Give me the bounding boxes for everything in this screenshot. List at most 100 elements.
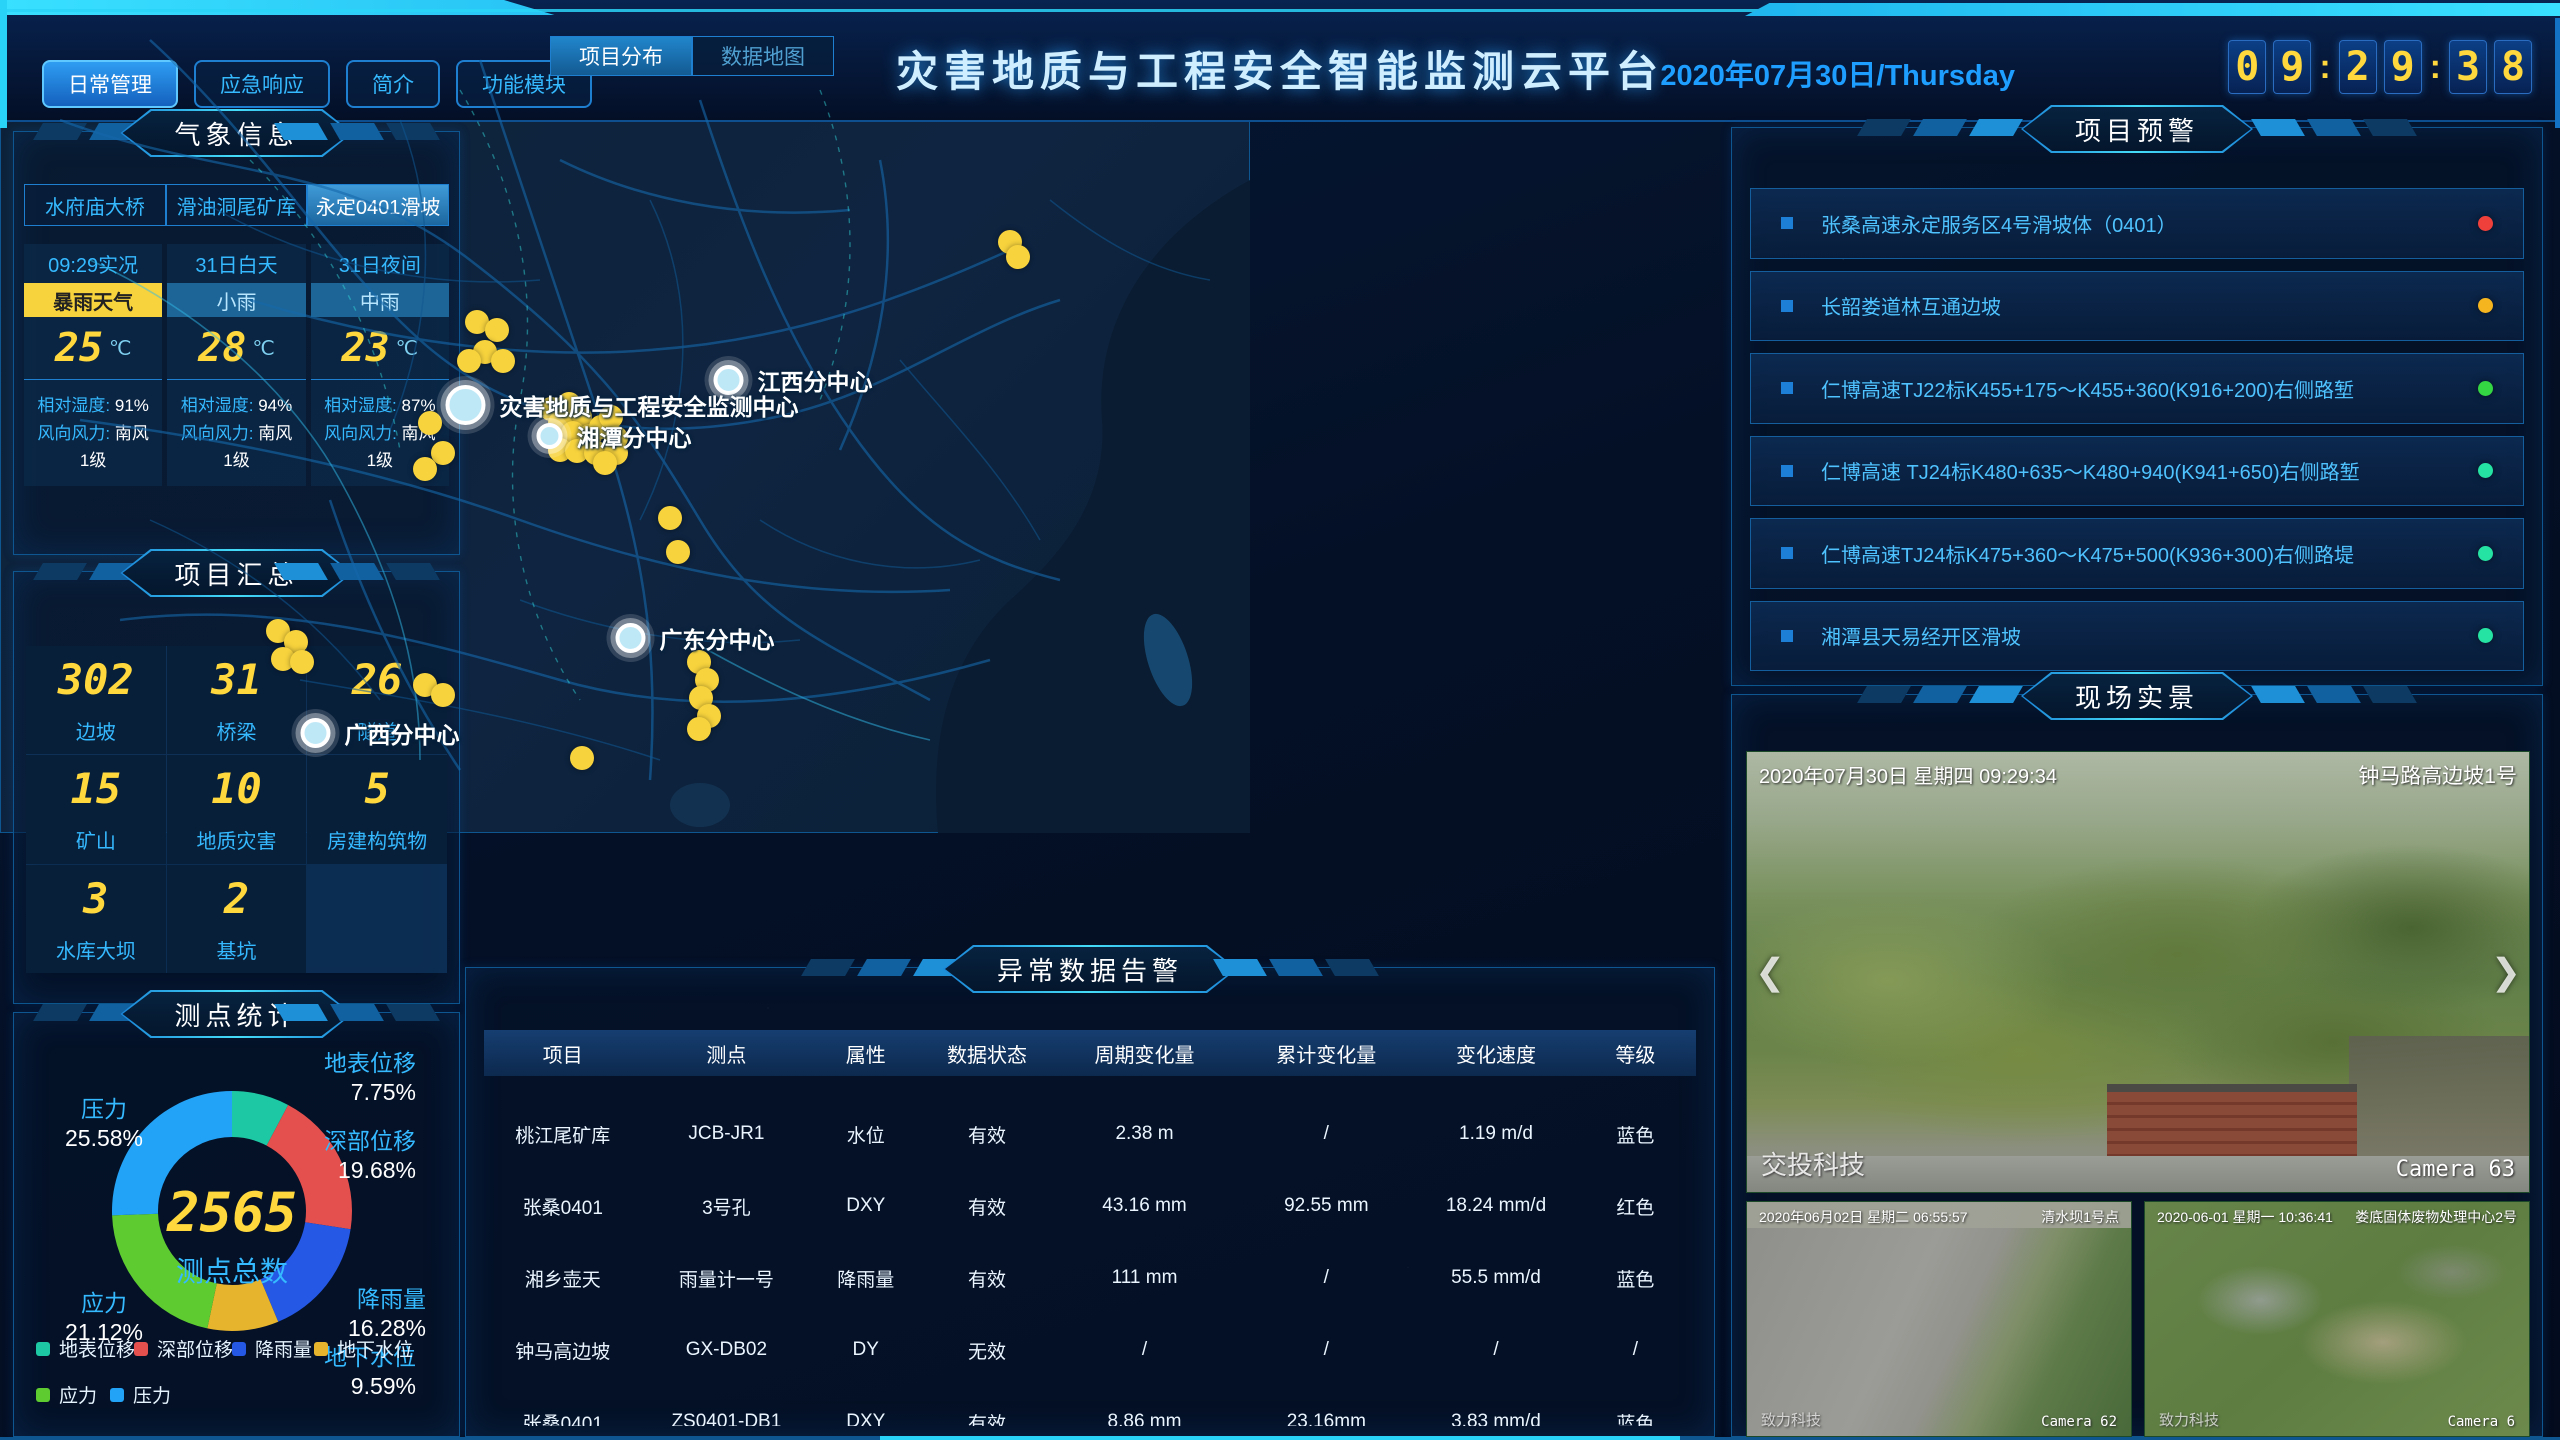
project-point[interactable]: [431, 683, 455, 707]
alert-item[interactable]: 仁博高速 TJ24标K480+635～K480+940(K941+650)右侧路…: [1750, 436, 2524, 507]
legend-item-降雨量[interactable]: 降雨量: [232, 1335, 312, 1362]
summary-stat-基坑: 2基坑: [167, 865, 307, 973]
alarm-cell: 蓝色: [1575, 1242, 1696, 1314]
center-marker-广东分中心[interactable]: 广东分中心: [616, 621, 775, 655]
alert-bullet-icon: [1781, 465, 1793, 477]
alerts-panel-title: 项目预警: [2023, 107, 2251, 151]
alarm-table-row[interactable]: 钟马高边坡GX-DB02DY无效////: [484, 1314, 1696, 1386]
legend-item-压力[interactable]: 压力: [110, 1381, 171, 1408]
project-point[interactable]: [1006, 245, 1030, 269]
alarm-cell: 18.24 mm/d: [1417, 1170, 1575, 1242]
alarm-cell: /: [1054, 1314, 1236, 1386]
project-point[interactable]: [570, 746, 594, 770]
camera-brand-watermark: 致力科技: [1761, 1409, 1821, 1430]
project-point[interactable]: [687, 717, 711, 741]
main-camera-view[interactable]: 2020年07月30日 星期四 09:29:34 钟马路高边坡1号 交投科技 C…: [1746, 751, 2530, 1193]
camera-timestamp: 2020年07月30日 星期四 09:29:34: [1759, 760, 2057, 789]
panel-deco: [1862, 119, 2018, 136]
center-marker-广西分中心[interactable]: 广西分中心: [301, 716, 460, 750]
alert-item[interactable]: 张桑高速永定服务区4号滑坡体（0401）: [1750, 188, 2524, 259]
marker-label: 灾害地质与工程安全监测中心: [500, 388, 799, 422]
alert-text: 仁博高速TJ22标K455+175～K455+360(K916+200)右侧路堑: [1821, 374, 2478, 403]
clock: 0 9 : 2 9 : 3 8: [2228, 40, 2532, 94]
alarm-cell: 张桑0401: [484, 1170, 642, 1242]
alert-text: 仁博高速TJ24标K475+360～K475+500(K936+300)右侧路堤: [1821, 539, 2478, 568]
alarm-cell: 15.97: [1235, 1076, 1417, 1098]
project-point[interactable]: [593, 451, 617, 475]
alarm-table-row[interactable]: 桃江尾矿库JCB-JR1水位有效2.38 m/1.19 m/d蓝色: [484, 1098, 1696, 1170]
map[interactable]: 项目分布 数据地图 江西分中心灾害地质与工程安全监测中心湘潭分中心广东分中心广西…: [0, 0, 1250, 833]
project-point[interactable]: [485, 318, 509, 342]
alarm-cell: 8.86 mm: [1054, 1386, 1236, 1426]
camera-id: Camera 6: [2448, 1414, 2515, 1430]
marker-rings-icon: [616, 623, 646, 653]
alarm-cell: /: [1235, 1098, 1417, 1170]
dashboard: 日常管理 应急响应 简介 功能模块 灾害地质与工程安全智能监测云平台 2020年…: [0, 0, 2560, 1440]
alert-status-dot: [2478, 463, 2493, 478]
alarm-cell: 湘乡壶天: [484, 1242, 642, 1314]
alarm-table-row[interactable]: 湘乡壶天雨量计一号降雨量有效111 mm/55.5 mm/d蓝色: [484, 1242, 1696, 1314]
alarm-cell: 3号孔: [642, 1170, 812, 1242]
camera-timestamp: 2020年06月02日 星期二 06:55:57: [1759, 1207, 1968, 1227]
panel-deco: [1862, 686, 2018, 703]
alarm-cell: 雨量计一号: [642, 1242, 812, 1314]
alert-text: 湘潭县天易经开区滑坡: [1821, 621, 2478, 650]
alarm-cell: 有效: [920, 1098, 1053, 1170]
alarm-table-body[interactable]: 滑油洞尾矿库5号孔DXY有效10.12 mm15.975.46 mm/d橙色桃江…: [484, 1076, 1696, 1426]
clock-digit: 2: [2339, 40, 2377, 94]
camera-location-name: 清水坝1号点: [2041, 1207, 2119, 1227]
project-point[interactable]: [491, 349, 515, 373]
legend-item-深部位移[interactable]: 深部位移: [134, 1335, 233, 1362]
project-point[interactable]: [658, 506, 682, 530]
project-point[interactable]: [457, 349, 481, 373]
legend-item-应力[interactable]: 应力: [36, 1381, 97, 1408]
alarm-cell: 无效: [920, 1314, 1053, 1386]
legend-item-地下水位[interactable]: 地下水位: [314, 1335, 413, 1362]
alarm-cell: 红色: [1575, 1170, 1696, 1242]
marker-rings-icon: [301, 718, 331, 748]
clock-digit: 9: [2273, 40, 2311, 94]
alarm-cell: 蓝色: [1575, 1386, 1696, 1426]
map-tab-data-map[interactable]: 数据地图: [692, 36, 834, 76]
alert-text: 长韶娄道林互通边坡: [1821, 291, 2478, 320]
project-point[interactable]: [413, 457, 437, 481]
center-marker-湘潭分中心[interactable]: 湘潭分中心: [537, 419, 692, 453]
bottom-frame-accent: [880, 1436, 1680, 1440]
alarm-col-变化速度: 变化速度: [1417, 1030, 1575, 1076]
alerts-panel-head: 项目预警: [1732, 105, 2542, 153]
alarm-table-row[interactable]: 滑油洞尾矿库5号孔DXY有效10.12 mm15.975.46 mm/d橙色: [484, 1076, 1696, 1098]
project-point[interactable]: [666, 540, 690, 564]
alert-text: 张桑高速永定服务区4号滑坡体（0401）: [1821, 209, 2478, 238]
stat-value: 2: [224, 874, 249, 923]
alarm-cell: 蓝色: [1575, 1098, 1696, 1170]
alert-item[interactable]: 仁博高速TJ22标K455+175～K455+360(K916+200)右侧路堑: [1750, 353, 2524, 424]
abnormal-data-panel: 异常数据告警 项目测点属性数据状态周期变化量累计变化量变化速度等级 滑油洞尾矿库…: [465, 967, 1715, 1437]
panel-deco: [806, 959, 962, 976]
project-point[interactable]: [290, 650, 314, 674]
camera-thumb-1[interactable]: 2020年06月02日 星期二 06:55:57 清水坝1号点 致力科技 Cam…: [1746, 1201, 2132, 1437]
prev-camera-arrow-icon[interactable]: ❮: [1755, 951, 1785, 993]
project-point[interactable]: [418, 411, 442, 435]
camera-brand-watermark: 致力科技: [2159, 1409, 2219, 1430]
map-tab-project-distribution[interactable]: 项目分布: [550, 36, 692, 76]
alarm-table-row[interactable]: 张桑0401ZS0401-DB1DXY有效8.86 mm23.16mm3.83 …: [484, 1386, 1696, 1426]
alert-item[interactable]: 长韶娄道林互通边坡: [1750, 271, 2524, 342]
live-view-panel: 现场实景 2020年07月30日 星期四 09:29:34 钟马路高边坡1号 交…: [1731, 694, 2543, 1437]
alarm-panel-title: 异常数据告警: [945, 947, 1235, 991]
alert-item[interactable]: 湘潭县天易经开区滑坡: [1750, 601, 2524, 672]
next-camera-arrow-icon[interactable]: ❯: [2491, 951, 2521, 993]
legend-label: 地下水位: [337, 1335, 413, 1362]
marker-label: 湘潭分中心: [577, 419, 692, 453]
camera-id: Camera 62: [2041, 1414, 2117, 1430]
live-panel-head: 现场实景: [1732, 672, 2542, 720]
camera-thumb-2[interactable]: 2020-06-01 星期一 10:36:41 娄底固体废物处理中心2号 致力科…: [2144, 1201, 2530, 1437]
legend-label: 地表位移: [59, 1335, 135, 1362]
alert-item[interactable]: 仁博高速TJ24标K475+360～K475+500(K936+300)右侧路堤: [1750, 518, 2524, 589]
legend-item-地表位移[interactable]: 地表位移: [36, 1335, 135, 1362]
alarm-cell: 钟马高边坡: [484, 1314, 642, 1386]
alarm-table-row[interactable]: 张桑04013号孔DXY有效43.16 mm92.55 mm18.24 mm/d…: [484, 1170, 1696, 1242]
alarm-cell: 43.16 mm: [1054, 1170, 1236, 1242]
legend-label: 深部位移: [157, 1335, 233, 1362]
alarm-table-header: 项目测点属性数据状态周期变化量累计变化量变化速度等级: [484, 1030, 1696, 1076]
alarm-cell: 3.83 mm/d: [1417, 1386, 1575, 1426]
